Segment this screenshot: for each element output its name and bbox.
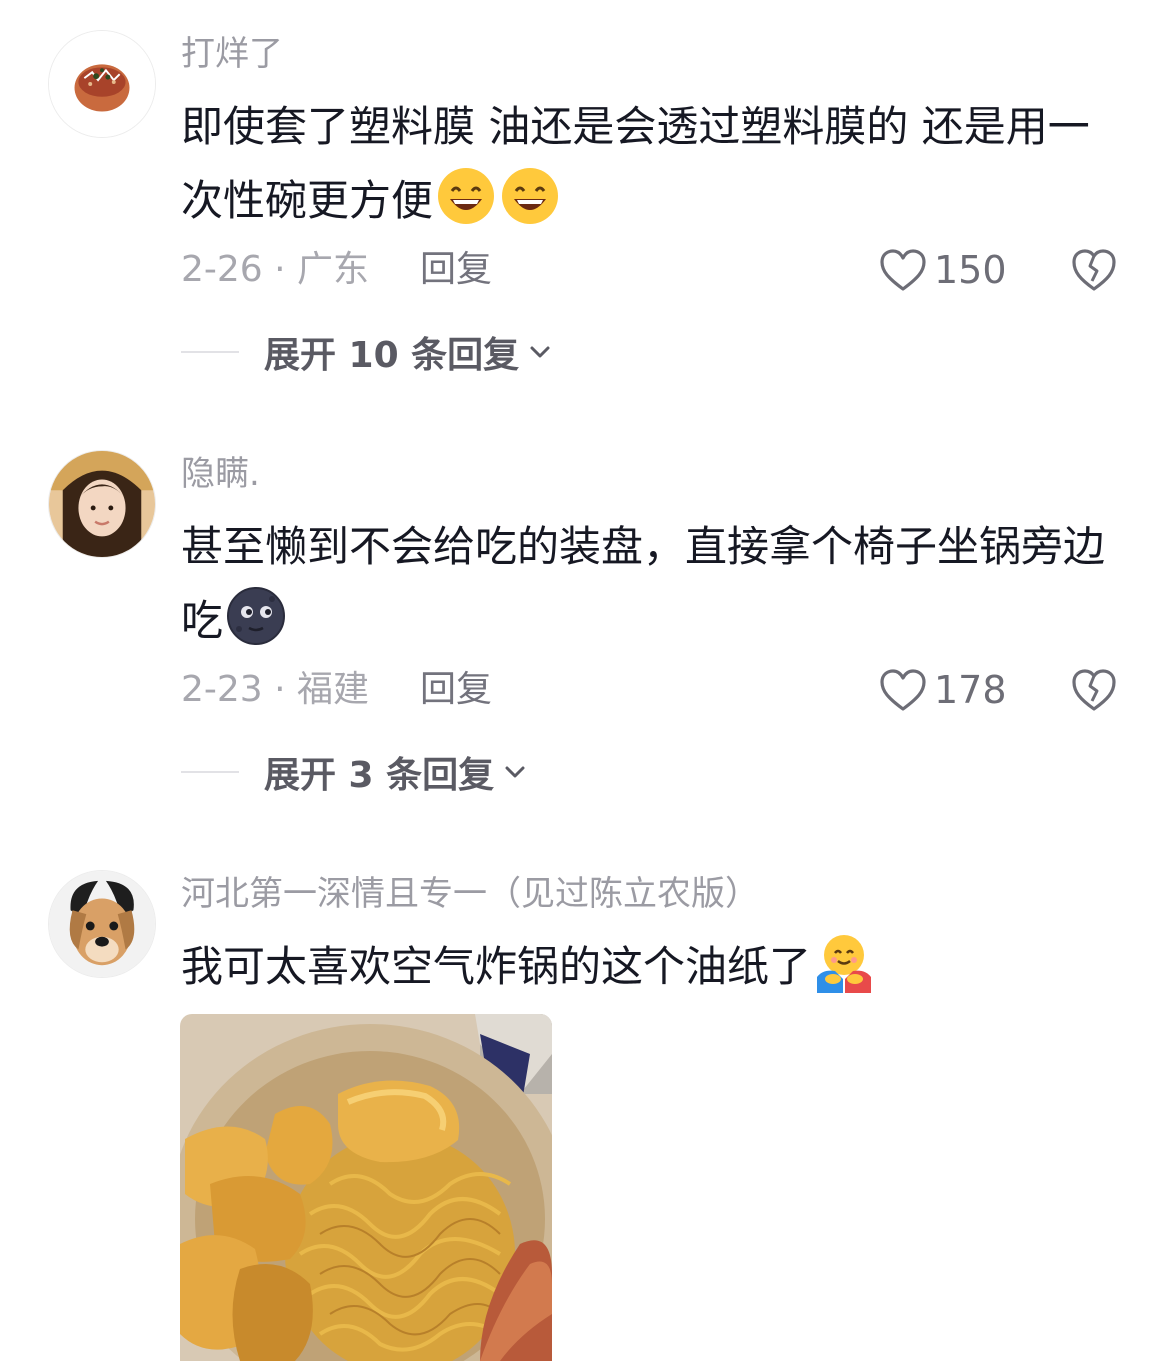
dislike-button[interactable] <box>1070 247 1118 293</box>
expand-replies-button[interactable]: 展开 10 条回复 <box>181 330 551 376</box>
avatar[interactable] <box>48 870 156 978</box>
like-count: 178 <box>934 668 1007 712</box>
like-button[interactable]: 150 <box>878 245 1007 295</box>
comment-text: 甚至懒到不会给吃的装盘，直接拿个椅子坐锅旁边吃 <box>181 510 1121 658</box>
comment-text: 即使套了塑料膜 油还是会透过塑料膜的 还是用一次性碗更方便 <box>181 90 1121 238</box>
comment-date-location: 2-26 · 广东 <box>181 249 370 290</box>
grinning-face-emoji <box>435 165 497 227</box>
divider-line <box>181 771 239 773</box>
new-moon-face-emoji <box>225 585 287 647</box>
username[interactable]: 隐瞒. <box>181 452 260 496</box>
chevron-down-icon <box>505 766 525 778</box>
reply-button[interactable]: 回复 <box>420 668 492 712</box>
chevron-down-icon <box>530 346 550 358</box>
grinning-face-emoji <box>499 165 561 227</box>
comment-date-location: 2-23 · 福建 <box>181 669 370 710</box>
girl-portrait-avatar-image <box>49 451 155 557</box>
comment-body: 甚至懒到不会给吃的装盘，直接拿个椅子坐锅旁边吃 <box>181 522 1106 645</box>
dislike-button[interactable] <box>1070 667 1118 713</box>
heart-icon <box>880 249 926 291</box>
like-button[interactable]: 178 <box>878 665 1007 715</box>
avatar[interactable] <box>48 450 156 558</box>
reply-button[interactable]: 回复 <box>420 248 492 292</box>
avatar[interactable] <box>48 30 156 138</box>
comment-body: 我可太喜欢空气炸锅的这个油纸了 <box>181 942 812 991</box>
heart-icon <box>880 669 926 711</box>
username[interactable]: 打烊了 <box>181 32 283 76</box>
puppy-avatar-image <box>49 871 155 977</box>
comment-text: 我可太喜欢空气炸锅的这个油纸了 <box>181 930 1121 1004</box>
expand-replies-label: 展开 3 条回复 <box>264 755 495 796</box>
food-photo-image <box>180 1014 552 1361</box>
expand-replies-button[interactable]: 展开 3 条回复 <box>181 750 526 796</box>
like-count: 150 <box>934 248 1007 292</box>
expand-replies-label: 展开 10 条回复 <box>264 335 520 376</box>
broken-heart-icon <box>1072 249 1116 291</box>
hugging-face-emoji <box>813 931 875 993</box>
divider-line <box>181 351 239 353</box>
takoyaki-avatar-image <box>49 31 155 137</box>
comment-body: 即使套了塑料膜 油还是会透过塑料膜的 还是用一次性碗更方便 <box>181 102 1090 225</box>
username[interactable]: 河北第一深情且专一（见过陈立农版） <box>181 872 759 916</box>
broken-heart-icon <box>1072 669 1116 711</box>
air-fryer-food-photo[interactable] <box>180 1014 552 1361</box>
